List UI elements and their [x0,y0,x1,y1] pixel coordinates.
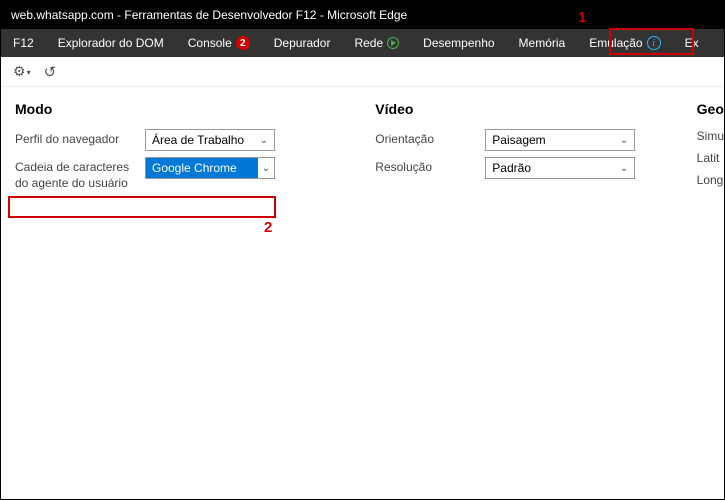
tab-emulation[interactable]: Emulação i [577,29,672,57]
user-agent-select[interactable]: Google Chrome ⌄ [145,157,275,179]
resolution-value: Padrão [492,161,531,175]
section-video: Vídeo Orientação Paisagem ⌄ Resolução Pa… [375,101,696,197]
tab-performance[interactable]: Desempenho [411,29,506,57]
window-titlebar: web.whatsapp.com - Ferramentas de Desenv… [1,1,724,29]
browser-profile-value: Área de Trabalho [152,133,244,147]
mode-heading: Modo [15,101,375,117]
geo-lat-label: Latit [697,151,724,165]
browser-profile-select[interactable]: Área de Trabalho ⌄ [145,129,275,151]
chevron-down-icon: ⌄ [260,135,268,146]
devtools-tabbar: F12 Explorador do DOM Console 2 Depurado… [1,29,724,57]
network-record-icon [387,37,399,49]
orientation-select[interactable]: Paisagem ⌄ [485,129,635,151]
geo-heading: Geo [697,101,724,117]
browser-profile-label: Perfil do navegador [15,129,145,148]
annotation-2-number: 2 [264,219,272,236]
orientation-label: Orientação [375,129,485,148]
row-orientation: Orientação Paisagem ⌄ [375,129,696,151]
tab-f12[interactable]: F12 [1,29,46,57]
reset-icon[interactable]: ↺ [44,63,57,81]
resolution-select[interactable]: Padrão ⌄ [485,157,635,179]
row-resolution: Resolução Padrão ⌄ [375,157,696,179]
geo-lon-label: Long [697,173,724,187]
tab-dom-explorer[interactable]: Explorador do DOM [46,29,176,57]
user-agent-label: Cadeia de caracteres do agente do usuári… [15,157,145,191]
section-geo: Geo Simu Latit Long [697,101,724,197]
chevron-down-icon: ⌄ [620,135,628,146]
tab-memory[interactable]: Memória [507,29,578,57]
row-browser-profile: Perfil do navegador Área de Trabalho ⌄ [15,129,375,151]
tab-network[interactable]: Rede [342,29,411,57]
resolution-label: Resolução [375,157,485,176]
orientation-value: Paisagem [492,133,545,147]
chevron-down-icon: ⌄ [620,163,628,174]
tab-console[interactable]: Console 2 [176,29,262,57]
tab-debugger[interactable]: Depurador [262,29,343,57]
emulation-panel: Modo Perfil do navegador Área de Trabalh… [1,87,724,197]
console-error-badge: 2 [236,36,250,50]
chevron-down-icon: ⌄ [258,158,274,178]
settings-icon[interactable]: ⚙ [13,63,30,80]
user-agent-value: Google Chrome [152,161,237,175]
window-title: web.whatsapp.com - Ferramentas de Desenv… [11,8,407,22]
video-heading: Vídeo [375,101,696,117]
annotation-2-box [8,196,276,218]
row-user-agent: Cadeia de caracteres do agente do usuári… [15,157,375,191]
info-icon: i [647,36,661,50]
section-mode: Modo Perfil do navegador Área de Trabalh… [15,101,375,197]
geo-sim-label: Simu [697,129,724,143]
emulation-toolbar: ⚙ ↺ [1,57,724,87]
tab-overflow[interactable]: Ex [673,29,711,57]
